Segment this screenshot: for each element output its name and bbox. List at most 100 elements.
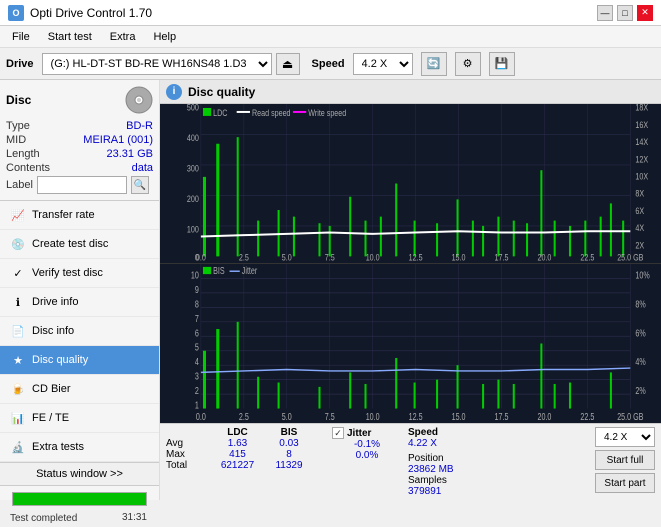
position-label: Position (408, 453, 444, 464)
sidebar-item-label: Transfer rate (32, 209, 95, 221)
start-full-button[interactable]: Start full (595, 450, 655, 470)
svg-text:10.0: 10.0 (366, 253, 380, 263)
speed-select[interactable]: 4.2 X (353, 53, 413, 75)
svg-text:12X: 12X (635, 154, 648, 164)
samples-row: Samples (408, 475, 488, 486)
lower-chart-svg: 10 9 8 7 6 5 4 3 2 1 10% 8% 6% 4% 2% (160, 264, 661, 423)
svg-text:Jitter: Jitter (242, 265, 258, 277)
menu-file[interactable]: File (4, 29, 38, 45)
svg-text:Read speed: Read speed (252, 108, 291, 118)
close-button[interactable]: ✕ (637, 5, 653, 21)
svg-text:BIS: BIS (213, 265, 225, 277)
sidebar-item-create-test-disc[interactable]: 💿 Create test disc (0, 230, 159, 259)
position-row: Position (408, 453, 488, 464)
position-value: 23862 MB (408, 464, 488, 475)
eject-button[interactable]: ⏏ (276, 53, 300, 75)
sidebar-item-label: FE / TE (32, 412, 69, 424)
svg-text:2: 2 (195, 385, 199, 397)
progress-container (0, 486, 159, 512)
sidebar-item-label: Verify test disc (32, 267, 103, 279)
save-button[interactable]: 💾 (489, 52, 515, 76)
drive-info-icon: ℹ (10, 294, 26, 310)
disc-length-value: 23.31 GB (107, 148, 153, 160)
disc-type-row: Type BD-R (6, 120, 153, 132)
sidebar-item-verify-test-disc[interactable]: ✓ Verify test disc (0, 259, 159, 288)
disc-contents-value: data (132, 162, 153, 174)
svg-text:10: 10 (191, 269, 199, 281)
svg-text:0.0: 0.0 (196, 411, 206, 423)
svg-text:8%: 8% (635, 298, 646, 310)
disc-type-value: BD-R (126, 120, 153, 132)
maximize-button[interactable]: □ (617, 5, 633, 21)
svg-text:0.0: 0.0 (196, 253, 206, 263)
total-label: Total (166, 460, 206, 471)
stats-controls: 4.2 X Start full Start part (595, 427, 655, 493)
sidebar-item-fe-te[interactable]: 📊 FE / TE (0, 404, 159, 433)
svg-text:5.0: 5.0 (282, 253, 292, 263)
svg-text:Write speed: Write speed (308, 108, 346, 118)
sidebar-item-cd-bier[interactable]: 🍺 CD Bier (0, 375, 159, 404)
svg-text:10.0: 10.0 (366, 411, 380, 423)
refresh-button[interactable]: 🔄 (421, 52, 447, 76)
sidebar-item-label: CD Bier (32, 383, 71, 395)
svg-text:10X: 10X (635, 172, 648, 182)
svg-text:12.5: 12.5 (409, 253, 423, 263)
sidebar-item-label: Drive info (32, 296, 78, 308)
svg-text:4: 4 (195, 356, 199, 368)
create-test-disc-icon: 💿 (10, 236, 26, 252)
svg-text:5.0: 5.0 (282, 411, 292, 423)
sidebar-item-extra-tests[interactable]: 🔬 Extra tests (0, 433, 159, 462)
svg-text:16X: 16X (635, 120, 648, 130)
disc-length-label: Length (6, 148, 40, 160)
disc-contents-label: Contents (6, 162, 50, 174)
sidebar-item-transfer-rate[interactable]: 📈 Transfer rate (0, 201, 159, 230)
svg-text:3: 3 (195, 370, 199, 382)
jitter-checkbox[interactable] (332, 427, 344, 439)
stats-area: LDC BIS Avg 1.63 0.03 Max 415 8 Total 62… (160, 423, 661, 500)
transfer-rate-icon: 📈 (10, 207, 26, 223)
disc-panel: Disc Type BD-R MID MEIRA1 (001) Length 2… (0, 80, 159, 201)
stats-total-row: Total 621227 11329 (166, 460, 326, 471)
status-text: Test completed (6, 512, 81, 525)
svg-text:2%: 2% (635, 385, 646, 397)
disc-label-input[interactable] (37, 176, 127, 194)
speed-select-stats[interactable]: 4.2 X (595, 427, 655, 447)
svg-text:200: 200 (187, 194, 199, 204)
disc-info-icon: 📄 (10, 323, 26, 339)
menu-help[interactable]: Help (145, 29, 184, 45)
app-icon: O (8, 5, 24, 21)
svg-text:25.0 GB: 25.0 GB (617, 253, 644, 263)
svg-text:22.5: 22.5 (580, 411, 594, 423)
fe-te-icon: 📊 (10, 410, 26, 426)
disc-icon (125, 86, 153, 114)
stats-ldc-header: LDC (210, 427, 265, 438)
sidebar-item-disc-info[interactable]: 📄 Disc info (0, 317, 159, 346)
avg-jitter: -0.1% (332, 439, 402, 450)
stats-max-row: Max 415 8 (166, 449, 326, 460)
drive-label: Drive (6, 58, 34, 70)
svg-text:18X: 18X (635, 104, 648, 113)
disc-mid-value: MEIRA1 (001) (83, 134, 153, 146)
menu-start-test[interactable]: Start test (40, 29, 100, 45)
disc-title: Disc (6, 93, 31, 107)
sidebar-item-disc-quality[interactable]: ★ Disc quality (0, 346, 159, 375)
avg-bis: 0.03 (269, 438, 309, 449)
status-window-button[interactable]: Status window >> (0, 463, 159, 486)
sidebar-item-drive-info[interactable]: ℹ Drive info (0, 288, 159, 317)
svg-text:4%: 4% (635, 356, 646, 368)
menu-extra[interactable]: Extra (102, 29, 144, 45)
settings-button[interactable]: ⚙ (455, 52, 481, 76)
start-part-button[interactable]: Start part (595, 473, 655, 493)
disc-quality-icon-header: i (166, 84, 182, 100)
svg-text:22.5: 22.5 (580, 253, 594, 263)
minimize-button[interactable]: — (597, 5, 613, 21)
stats-avg-row: Avg 1.63 0.03 (166, 438, 326, 449)
svg-text:17.5: 17.5 (495, 253, 509, 263)
max-ldc: 415 (210, 449, 265, 460)
menu-bar: File Start test Extra Help (0, 26, 661, 48)
svg-text:25.0 GB: 25.0 GB (617, 411, 643, 423)
drive-select[interactable]: (G:) HL-DT-ST BD-RE WH16NS48 1.D3 (42, 53, 272, 75)
disc-label-label: Label (6, 179, 33, 191)
disc-label-btn[interactable]: 🔍 (131, 176, 149, 194)
svg-text:15.0: 15.0 (452, 411, 466, 423)
